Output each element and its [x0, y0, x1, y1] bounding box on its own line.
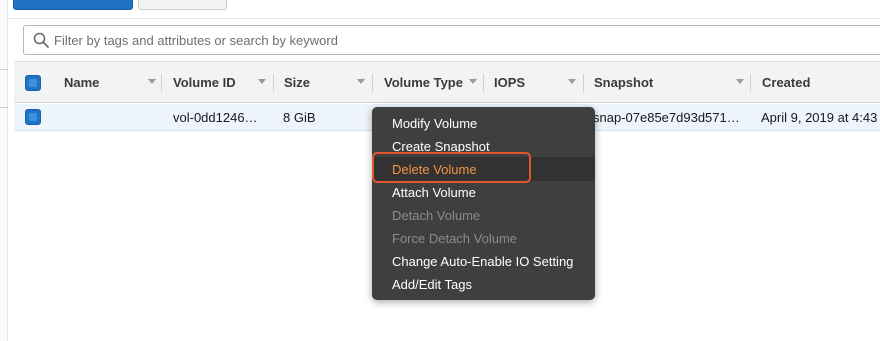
column-header-iops[interactable]: IOPS [494, 62, 525, 103]
column-divider [372, 74, 373, 92]
column-divider [583, 74, 584, 92]
search-input[interactable]: Filter by tags and attributes or search … [54, 33, 338, 48]
column-divider [273, 74, 274, 92]
select-all-checkbox[interactable] [25, 75, 41, 91]
actions-button[interactable] [138, 0, 227, 10]
cell-created: April 9, 2019 at 4:43 [761, 110, 878, 125]
column-header-volume-type[interactable]: Volume Type [384, 62, 463, 103]
menu-item-change-auto-enable-io[interactable]: Change Auto-Enable IO Setting [392, 251, 573, 271]
column-header-size[interactable]: Size [284, 62, 310, 103]
ebs-volumes-page: Filter by tags and attributes or search … [0, 0, 880, 341]
menu-item-modify-volume[interactable]: Modify Volume [392, 113, 477, 133]
column-divider [483, 74, 484, 92]
create-volume-button[interactable] [13, 0, 133, 10]
column-divider [750, 74, 751, 92]
search-icon [32, 31, 50, 49]
column-header-snapshot[interactable]: Snapshot [594, 62, 653, 103]
cell-name [64, 104, 164, 131]
cell-snapshot: snap-07e85e7d93d571… [593, 110, 740, 125]
actions-context-menu: Modify Volume Create Snapshot Delete Vol… [372, 107, 595, 300]
column-divider [161, 74, 162, 92]
menu-item-attach-volume[interactable]: Attach Volume [392, 182, 476, 202]
menu-item-force-detach-volume: Force Detach Volume [392, 230, 518, 246]
filter-search-bar[interactable]: Filter by tags and attributes or search … [23, 25, 880, 55]
table-header: Name Volume ID Size Volume Type IOPS Sna… [14, 61, 880, 103]
cell-volume-id: vol-0dd1246… [173, 110, 258, 125]
toolbar-divider [8, 18, 880, 19]
column-header-created[interactable]: Created [762, 62, 810, 103]
menu-item-detach-volume: Detach Volume [392, 207, 481, 223]
left-nav-edge [0, 0, 8, 341]
cell-size: 8 GiB [283, 110, 316, 125]
column-header-name[interactable]: Name [64, 62, 99, 103]
column-header-volume-id[interactable]: Volume ID [173, 62, 236, 103]
delete-volume-callout-box [372, 152, 531, 183]
row-checkbox[interactable] [25, 109, 41, 125]
menu-item-add-edit-tags[interactable]: Add/Edit Tags [392, 274, 472, 294]
